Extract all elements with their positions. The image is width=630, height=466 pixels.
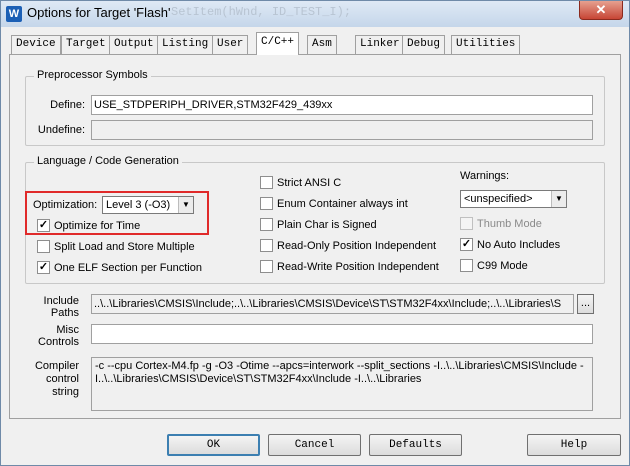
options-dialog: W Options for Target 'Flash' SetItem(hWn… bbox=[0, 0, 630, 466]
help-button[interactable]: Help bbox=[527, 434, 621, 456]
one-elf-section-label: One ELF Section per Function bbox=[54, 262, 202, 274]
ok-button[interactable]: OK bbox=[167, 434, 260, 456]
include-paths-input[interactable]: ..\..\Libraries\CMSIS\Include;..\..\Libr… bbox=[91, 294, 574, 314]
compiler-string-line2: I..\..\Libraries\CMSIS\Device\ST\STM32F4… bbox=[95, 373, 422, 385]
one-elf-section-checkbox[interactable]: ✓ bbox=[37, 261, 50, 274]
split-load-store-label: Split Load and Store Multiple bbox=[54, 241, 195, 253]
no-auto-includes-checkbox[interactable]: ✓ bbox=[460, 238, 473, 251]
tab-utilities[interactable]: Utilities bbox=[451, 35, 521, 54]
defaults-button[interactable]: Defaults bbox=[369, 434, 462, 456]
preprocessor-legend: Preprocessor Symbols bbox=[34, 69, 151, 81]
title-bar[interactable]: W Options for Target 'Flash' SetItem(hWn… bbox=[1, 1, 629, 27]
include-paths-label-line1: Include bbox=[43, 295, 79, 307]
enum-container-checkbox[interactable] bbox=[260, 197, 273, 210]
tab-target[interactable]: Target bbox=[61, 35, 111, 54]
strict-ansi-checkbox[interactable] bbox=[260, 176, 273, 189]
plain-char-checkbox[interactable] bbox=[260, 218, 273, 231]
compiler-string-label-line3: string bbox=[52, 386, 79, 398]
tab-device[interactable]: Device bbox=[11, 35, 61, 54]
include-paths-label-line2: Paths bbox=[50, 307, 79, 319]
chevron-down-icon: ▼ bbox=[551, 191, 566, 207]
tab-c-cpp[interactable]: C/C++ bbox=[256, 32, 300, 55]
language-legend: Language / Code Generation bbox=[34, 155, 182, 167]
tab-asm[interactable]: Asm bbox=[307, 35, 337, 54]
no-auto-includes-label: No Auto Includes bbox=[477, 239, 561, 251]
define-input[interactable]: USE_STDPERIPH_DRIVER,STM32F429_439xx bbox=[91, 95, 593, 115]
undefine-input[interactable] bbox=[91, 120, 593, 140]
rw-pi-label: Read-Write Position Independent bbox=[277, 261, 439, 273]
define-label: Define: bbox=[50, 99, 85, 111]
tab-user[interactable]: User bbox=[212, 35, 249, 54]
c99-mode-checkbox[interactable] bbox=[460, 259, 473, 272]
close-button[interactable]: ✕ bbox=[579, 1, 623, 20]
warnings-select[interactable]: <unspecified> ▼ bbox=[460, 190, 567, 208]
thumb-mode-checkbox[interactable] bbox=[460, 217, 473, 230]
strict-ansi-label: Strict ANSI C bbox=[277, 177, 342, 189]
c99-mode-label: C99 Mode bbox=[477, 260, 528, 272]
tab-linker[interactable]: Linker bbox=[355, 35, 405, 54]
include-paths-browse-button[interactable]: ... bbox=[577, 294, 594, 314]
misc-controls-label: Misc Controls bbox=[31, 324, 79, 348]
window-title: Options for Target 'Flash' bbox=[27, 5, 171, 20]
ro-pi-label: Read-Only Position Independent bbox=[277, 240, 436, 252]
compiler-string-label-line1: Compiler bbox=[34, 360, 79, 372]
app-icon: W bbox=[6, 6, 22, 22]
warnings-value: <unspecified> bbox=[464, 193, 533, 205]
tab-debug[interactable]: Debug bbox=[402, 35, 446, 54]
thumb-mode-label: Thumb Mode bbox=[477, 218, 542, 230]
plain-char-label: Plain Char is Signed bbox=[277, 219, 377, 231]
compiler-string-label-line2: control bbox=[45, 373, 79, 385]
optimization-highlight-box bbox=[25, 191, 209, 235]
compiler-control-string[interactable]: -c --cpu Cortex-M4.fp -g -O3 -Otime --ap… bbox=[91, 357, 593, 411]
misc-controls-input[interactable] bbox=[91, 324, 593, 344]
rw-pi-checkbox[interactable] bbox=[260, 260, 273, 273]
tab-listing[interactable]: Listing bbox=[157, 35, 214, 54]
ro-pi-checkbox[interactable] bbox=[260, 239, 273, 252]
misc-controls-label-line2: Controls bbox=[38, 336, 79, 348]
cancel-button[interactable]: Cancel bbox=[268, 434, 361, 456]
undefine-label: Undefine: bbox=[37, 124, 85, 136]
compiler-string-label: Compiler control string bbox=[31, 360, 79, 399]
enum-container-label: Enum Container always int bbox=[277, 198, 408, 210]
background-code-text: SetItem(hWnd, ID_TEST_I); bbox=[171, 5, 352, 19]
misc-controls-label-line1: Misc bbox=[56, 324, 79, 336]
include-paths-label: Include Paths bbox=[31, 295, 79, 319]
compiler-string-line1: -c --cpu Cortex-M4.fp -g -O3 -Otime --ap… bbox=[95, 360, 584, 372]
tab-output[interactable]: Output bbox=[109, 35, 159, 54]
split-load-store-checkbox[interactable] bbox=[37, 240, 50, 253]
warnings-label: Warnings: bbox=[460, 170, 510, 182]
